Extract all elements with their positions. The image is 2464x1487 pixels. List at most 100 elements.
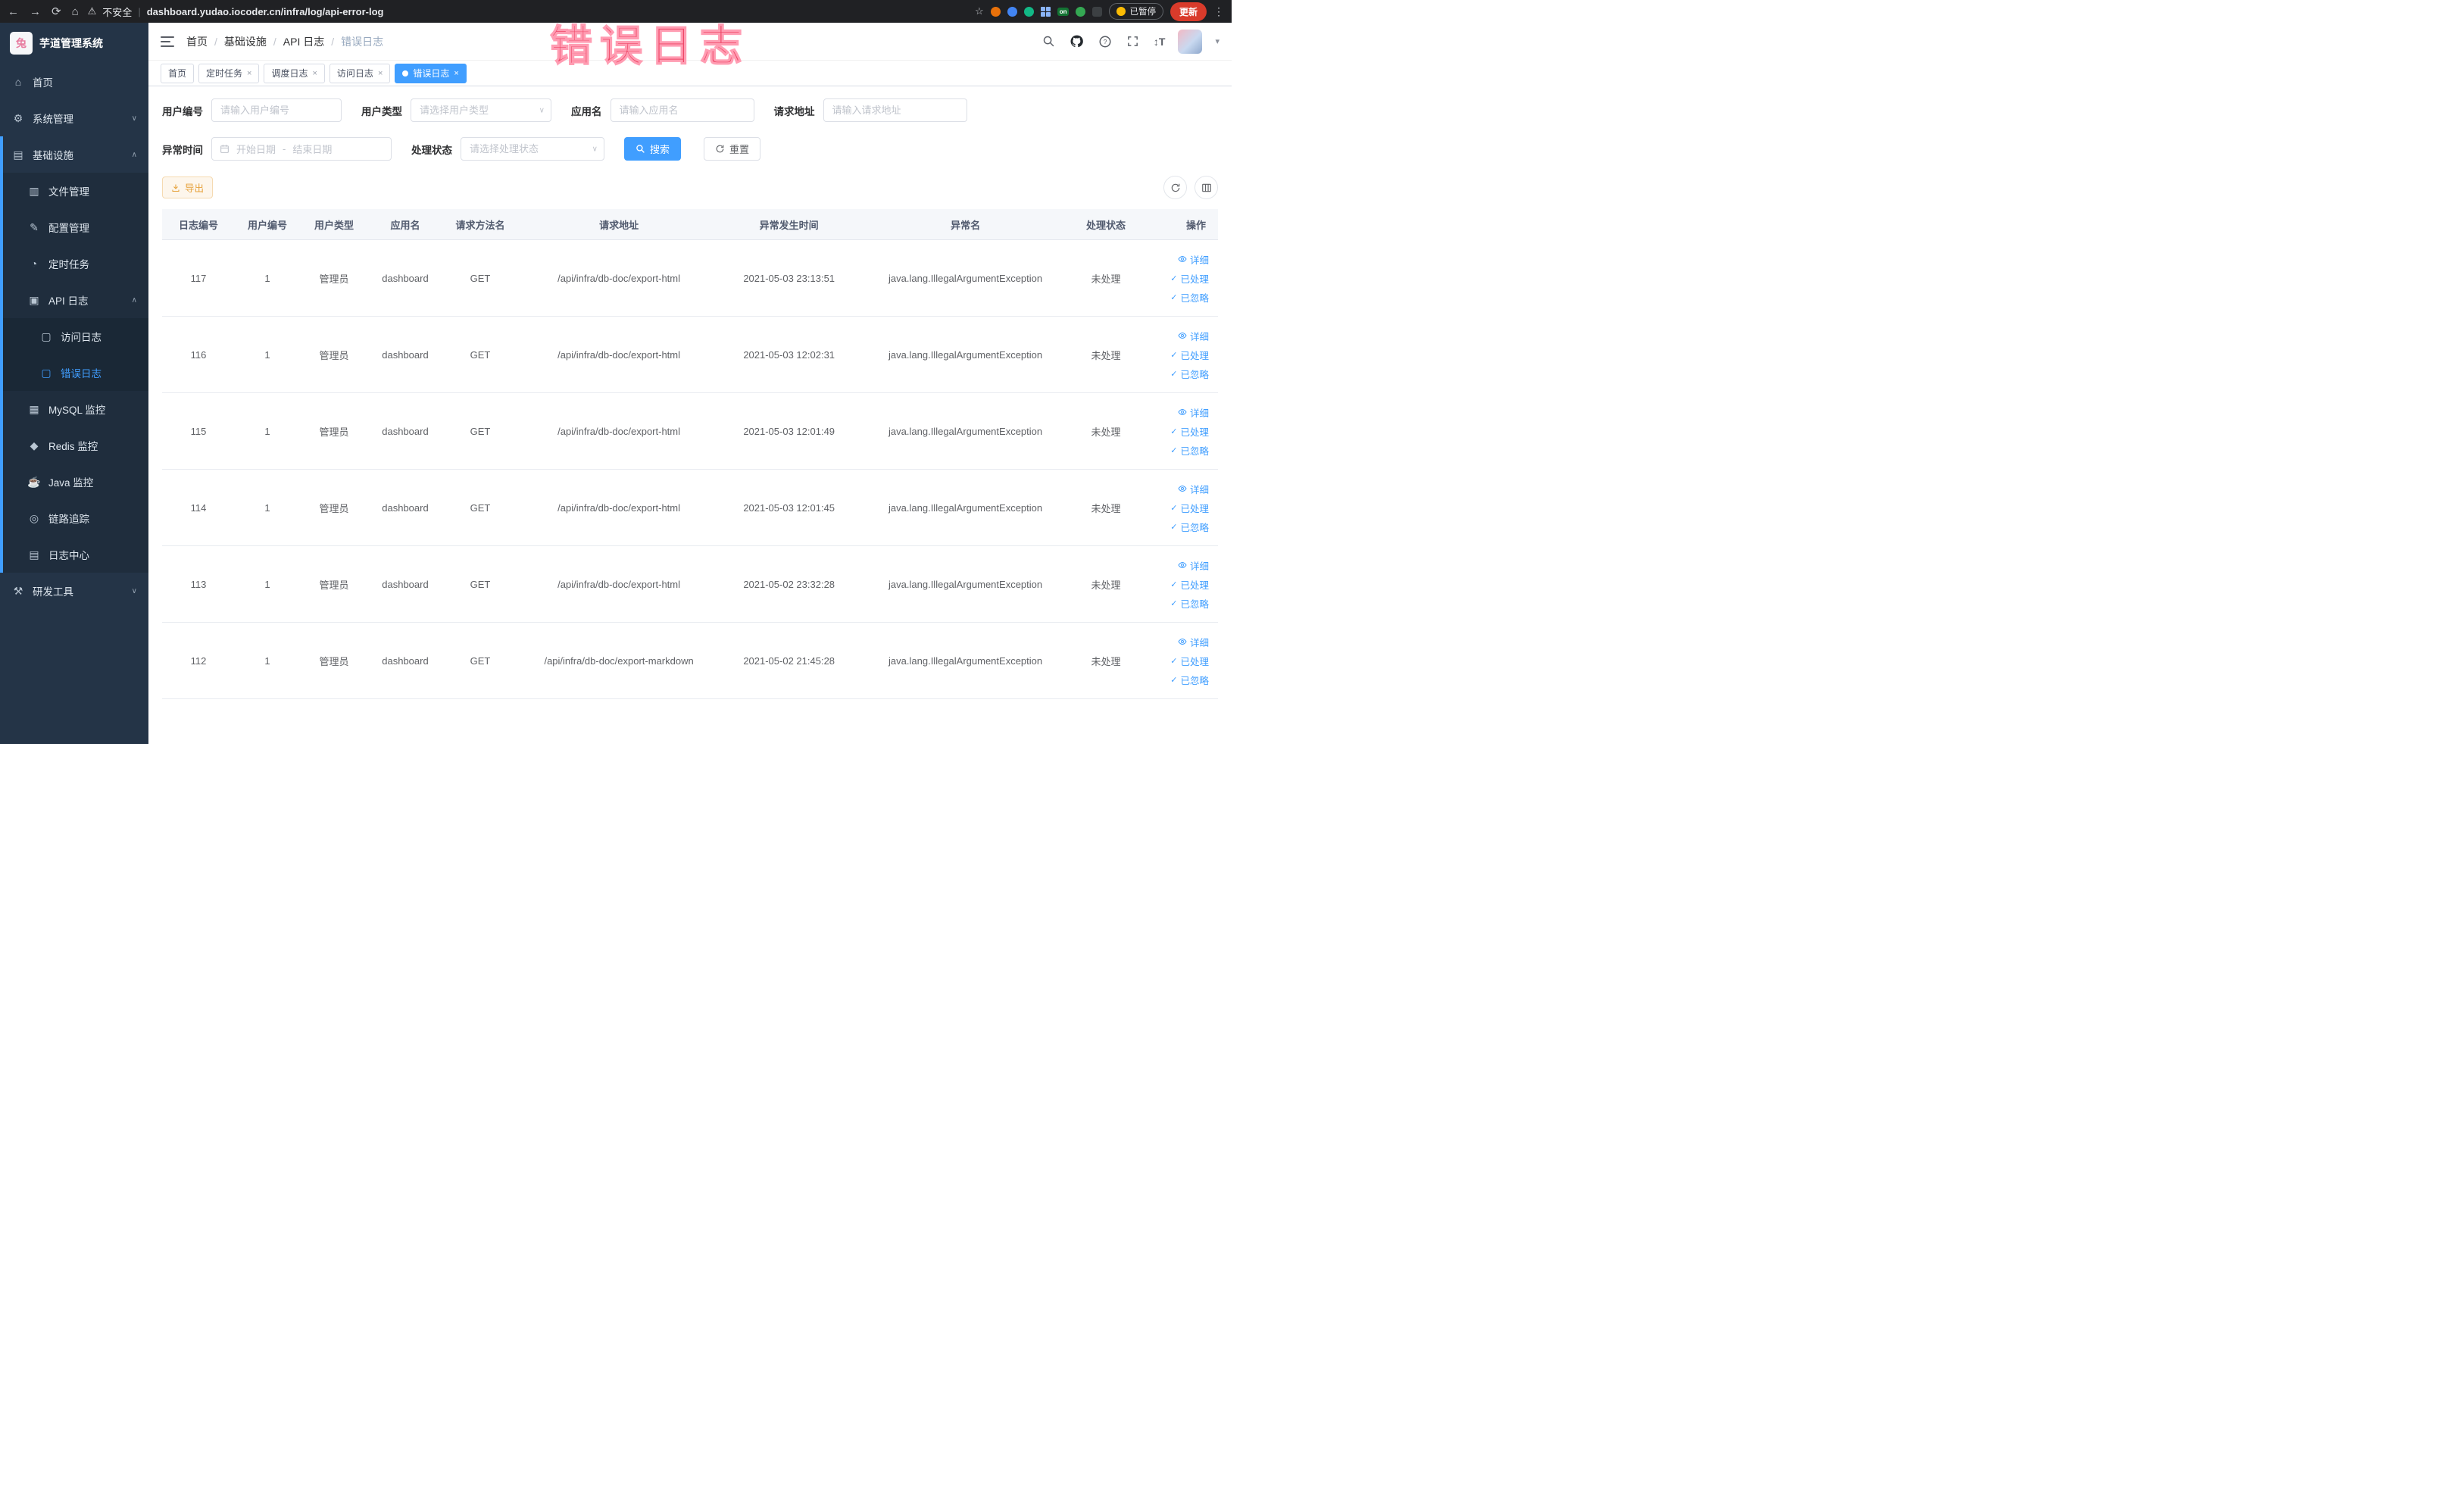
clock-icon: ◔ [30,258,38,270]
chrome-update-button[interactable]: 更新 [1170,2,1207,21]
column-header: 应用名 [390,219,420,231]
tab-home[interactable]: 首页 [161,63,195,83]
home-icon[interactable]: ⌂ [72,5,79,18]
folder-icon: ▥ [29,184,39,197]
start-date-placeholder: 开始日期 [236,144,276,155]
redis-icon: ◆ [30,439,39,451]
detail-link[interactable]: 详细 [1178,252,1209,267]
check-icon: ✓ [1170,656,1178,666]
search-icon[interactable] [1042,34,1057,49]
sidebar-item-trace[interactable]: ◎ 链路追踪 [0,500,148,536]
detail-link[interactable]: 详细 [1178,635,1209,649]
column-header: 异常发生时间 [759,219,819,231]
sidebar-item-java-monitor[interactable]: ☕ Java 监控 [0,464,148,500]
check-icon: ✓ [1170,445,1178,455]
avatar[interactable] [1178,29,1203,54]
chevron-down-icon[interactable]: ▾ [1215,36,1220,46]
processed-link[interactable]: ✓ 已处理 [1170,577,1209,592]
calendar-icon [220,145,229,153]
ignored-link[interactable]: ✓ 已忽略 [1170,290,1209,305]
processed-link[interactable]: ✓ 已处理 [1170,654,1209,668]
process-status-select[interactable] [461,137,604,161]
sidebar-logo[interactable]: 兔 芋道管理系统 [0,23,148,64]
sidebar-item-system[interactable]: ⚙ 系统管理 ∨ [0,100,148,136]
search-button[interactable]: 搜索 [624,137,682,161]
check-icon: ✓ [1170,675,1178,685]
back-icon[interactable]: ← [8,5,19,18]
address-bar[interactable]: ⚠ 不安全 | dashboard.yudao.iocoder.cn/infra… [88,5,966,19]
tab-schedule-log[interactable]: 调度日志 × [264,63,325,83]
ignored-link[interactable]: ✓ 已忽略 [1170,367,1209,381]
sidebar-item-dev-tools[interactable]: ⚒ 研发工具 ∨ [0,573,148,609]
processed-link[interactable]: ✓ 已处理 [1170,271,1209,286]
tab-cron-job[interactable]: 定时任务 × [198,63,260,83]
github-icon[interactable] [1070,34,1085,49]
close-icon[interactable]: × [247,69,251,78]
extension-on-badge[interactable]: on [1057,7,1070,16]
status-badge: 未处理 [1091,349,1121,361]
export-button[interactable]: 导出 [162,177,214,198]
ignored-link[interactable]: ✓ 已忽略 [1170,596,1209,611]
detail-link[interactable]: 详细 [1178,405,1209,420]
extension-icon[interactable] [990,6,1001,17]
column-header: 用户类型 [314,219,354,231]
extension-icon[interactable] [1076,6,1086,17]
end-date-placeholder: 结束日期 [292,144,333,155]
sidebar-item-cron-job[interactable]: ◔ 定时任务 [0,245,148,282]
screen: 错误日志 ← → ⟳ ⌂ ⚠ 不安全 | dashboard.yudao.ioc… [0,0,1232,744]
extension-icon[interactable] [1023,6,1034,17]
sidebar-item-api-log[interactable]: ▣ API 日志 ∧ [0,282,148,318]
edit-icon: ✎ [30,220,39,233]
detail-link[interactable]: 详细 [1178,329,1209,343]
fullscreen-icon[interactable] [1126,34,1141,49]
close-icon[interactable]: × [454,69,458,78]
column-header: 处理状态 [1085,219,1126,231]
reload-icon[interactable]: ⟳ [52,5,61,18]
extension-icon[interactable] [1007,6,1017,17]
close-icon[interactable]: × [378,69,383,78]
date-range-picker[interactable]: 开始日期 - 结束日期 [211,137,392,161]
breadcrumb-item[interactable]: 基础设施 [224,34,267,49]
ignored-link[interactable]: ✓ 已忽略 [1170,443,1209,458]
sidebar-item-access-log[interactable]: ▢ 访问日志 [0,318,148,355]
ignored-link[interactable]: ✓ 已忽略 [1170,520,1209,534]
close-icon[interactable]: × [312,69,317,78]
ignored-link[interactable]: ✓ 已忽略 [1170,673,1209,687]
font-size-icon[interactable]: ↕T [1154,36,1166,48]
tab-error-log[interactable]: 错误日志 × [395,63,467,83]
paused-badge[interactable]: 已暂停 [1109,3,1163,20]
sidebar-item-infra[interactable]: ▤ 基础设施 ∧ [0,136,148,173]
breadcrumb-item[interactable]: API 日志 [283,34,324,49]
sidebar-item-file-manage[interactable]: ▥ 文件管理 [0,173,148,209]
forward-icon[interactable]: → [30,5,41,18]
user-type-select[interactable] [411,98,551,122]
sidebar-item-log-center[interactable]: ▤ 日志中心 [0,536,148,573]
extension-paw-icon[interactable] [1092,6,1103,17]
processed-link[interactable]: ✓ 已处理 [1170,424,1209,439]
sidebar-item-redis-monitor[interactable]: ◆ Redis 监控 [0,427,148,464]
detail-link[interactable]: 详细 [1178,482,1209,496]
user-id-input[interactable] [211,98,342,122]
tab-access-log[interactable]: 访问日志 × [329,63,391,83]
bookmark-star-icon[interactable]: ☆ [975,5,984,17]
column-settings-button[interactable] [1195,176,1218,199]
refresh-button[interactable] [1163,176,1187,199]
extension-grid-icon[interactable] [1040,6,1051,17]
app-name-input[interactable] [610,98,754,122]
request-url-input[interactable] [823,98,967,122]
sidebar-item-error-log[interactable]: ▢ 错误日志 [0,355,148,391]
sidebar-item-mysql-monitor[interactable]: ▦ MySQL 监控 [0,391,148,427]
status-badge: 未处理 [1091,655,1121,667]
trace-icon: ◎ [29,511,39,524]
sidebar-collapse-icon[interactable] [161,36,174,47]
help-icon[interactable]: ? [1098,34,1113,49]
detail-link[interactable]: 详细 [1178,558,1209,573]
breadcrumb-item[interactable]: 首页 [186,34,208,49]
reset-button[interactable]: 重置 [704,137,761,161]
sidebar-item-home[interactable]: ⌂ 首页 [0,64,148,100]
svg-text:?: ? [1104,39,1107,45]
processed-link[interactable]: ✓ 已处理 [1170,501,1209,515]
processed-link[interactable]: ✓ 已处理 [1170,348,1209,362]
sidebar-item-config-manage[interactable]: ✎ 配置管理 [0,209,148,245]
browser-menu-icon[interactable]: ⋮ [1213,5,1224,18]
